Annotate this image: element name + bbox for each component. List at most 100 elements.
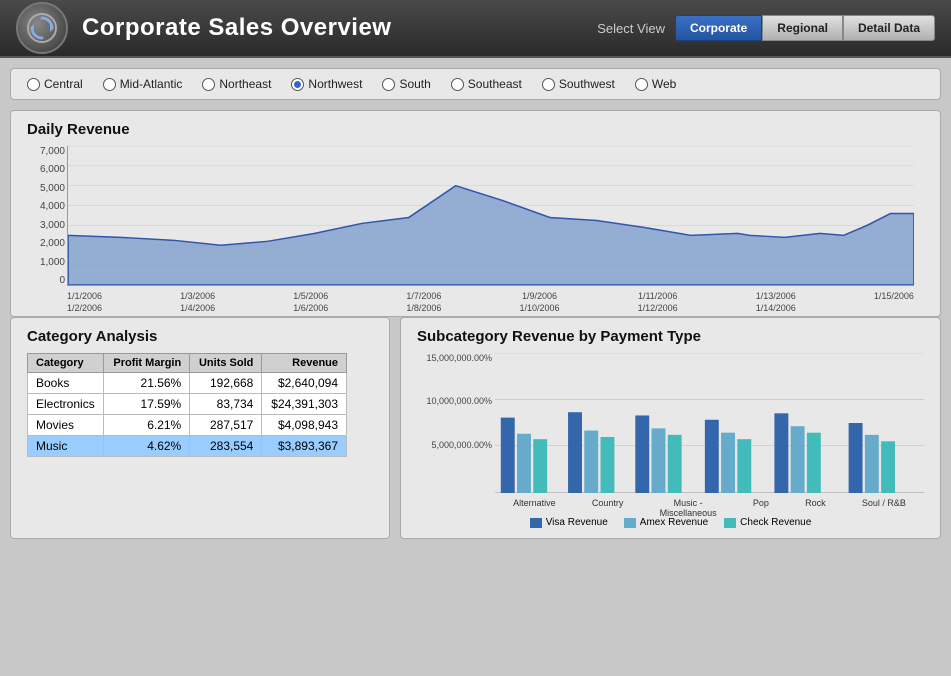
tab-web[interactable]: Web [635,77,676,91]
col-revenue: Revenue [262,354,347,373]
y-label-1000: 1,000 [27,257,65,268]
bottom-panels: Category Analysis Category Profit Margin… [10,317,941,539]
cell-revenue: $4,098,943 [262,415,347,436]
tab-south[interactable]: South [382,77,430,91]
radio-midatlantic [103,78,116,91]
cell-revenue: $24,391,303 [262,394,347,415]
view-btn-regional[interactable]: Regional [762,15,843,41]
daily-revenue-title: Daily Revenue [27,121,924,138]
cell-revenue: $2,640,094 [262,373,347,394]
cell-profit-margin: 17.59% [104,394,190,415]
x-label-pop: Pop [753,498,769,518]
subcategory-bar-chart [495,353,924,493]
radio-central [27,78,40,91]
legend-amex-color [624,518,636,528]
revenue-line-chart [67,146,914,286]
cell-profit-margin: 4.62% [104,436,190,457]
legend-visa-color [530,518,542,528]
app-header: Corporate Sales Overview Select View Cor… [0,0,951,58]
tab-southeast[interactable]: Southeast [451,77,522,91]
x-label-6: 1/11/2006 1/12/2006 [638,291,678,314]
select-view-label: Select View [597,21,665,36]
x-label-alternative: Alternative [513,498,556,518]
legend-visa: Visa Revenue [530,517,608,528]
region-tabs: Central Mid-Atlantic Northeast Northwest… [10,68,941,100]
radio-southeast [451,78,464,91]
cell-profit-margin: 6.21% [104,415,190,436]
view-buttons: Corporate Regional Detail Data [675,15,935,41]
category-analysis-title: Category Analysis [27,328,373,345]
radio-south [382,78,395,91]
cell-units-sold: 283,554 [190,436,262,457]
legend-visa-label: Visa Revenue [546,517,608,528]
tab-south-label: South [399,77,430,91]
x-label-2: 1/3/2006 1/4/2006 [180,291,215,314]
y-axis-labels: 7,000 6,000 5,000 4,000 3,000 2,000 1,00… [27,146,65,286]
tab-northeast[interactable]: Northeast [202,77,271,91]
table-row[interactable]: Movies 6.21% 287,517 $4,098,943 [28,415,347,436]
y-label-7000: 7,000 [27,146,65,157]
cell-revenue: $3,893,367 [262,436,347,457]
category-analysis-panel: Category Analysis Category Profit Margin… [10,317,390,539]
daily-revenue-chart: 7,000 6,000 5,000 4,000 3,000 2,000 1,00… [67,146,914,306]
y-label-6000: 6,000 [27,164,65,175]
radio-web [635,78,648,91]
legend-check-label: Check Revenue [740,517,811,528]
tab-southwest-label: Southwest [559,77,615,91]
tab-northwest[interactable]: Northwest [291,77,362,91]
legend-check: Check Revenue [724,517,811,528]
daily-revenue-panel: Daily Revenue 7,000 6,000 5,000 4,000 3,… [10,110,941,317]
view-btn-corporate[interactable]: Corporate [675,15,762,41]
y-label-4000: 4,000 [27,201,65,212]
cell-category: Movies [28,415,104,436]
legend-amex-label: Amex Revenue [640,517,708,528]
cell-category: Electronics [28,394,104,415]
x-label-7: 1/13/2006 1/14/2006 [756,291,796,314]
col-profit-margin: Profit Margin [104,354,190,373]
bar-y-labels: 15,000,000.00% 10,000,000.00% 5,000,000.… [417,353,492,483]
y-bar-label-5m: 5,000,000.00% [417,440,492,450]
table-row[interactable]: Books 21.56% 192,668 $2,640,094 [28,373,347,394]
cell-profit-margin: 21.56% [104,373,190,394]
x-label-8: 1/15/2006 [874,291,914,314]
cell-category: Books [28,373,104,394]
col-category: Category [28,354,104,373]
col-units-sold: Units Sold [190,354,262,373]
radio-northwest [291,78,304,91]
chart-legend: Visa Revenue Amex Revenue Check Revenue [417,517,924,528]
tab-midatlantic-label: Mid-Atlantic [120,77,183,91]
main-content: Central Mid-Atlantic Northeast Northwest… [0,58,951,676]
logo-icon [26,12,58,44]
x-label-4: 1/7/2006 1/8/2006 [406,291,441,314]
x-label-5: 1/9/2006 1/10/2006 [520,291,560,314]
x-label-rock: Rock [805,498,826,518]
radio-southwest [542,78,555,91]
x-axis-labels: 1/1/2006 1/2/2006 1/3/2006 1/4/2006 1/5/… [67,291,914,314]
tab-southeast-label: Southeast [468,77,522,91]
y-bar-label-10m: 10,000,000.00% [417,396,492,406]
view-btn-detail[interactable]: Detail Data [843,15,935,41]
subcategory-revenue-title: Subcategory Revenue by Payment Type [417,328,924,345]
tab-web-label: Web [652,77,676,91]
legend-amex: Amex Revenue [624,517,708,528]
cell-units-sold: 287,517 [190,415,262,436]
tab-central-label: Central [44,77,83,91]
y-label-2000: 2,000 [27,238,65,249]
app-logo [16,2,68,54]
bar-x-labels: Alternative Country Music -Miscellaneous… [495,498,924,518]
y-bar-label-15m: 15,000,000.00% [417,353,492,363]
tab-southwest[interactable]: Southwest [542,77,615,91]
category-table: Category Profit Margin Units Sold Revenu… [27,353,347,457]
x-label-soul: Soul / R&B [862,498,906,518]
table-row-highlighted[interactable]: Music 4.62% 283,554 $3,893,367 [28,436,347,457]
x-label-country: Country [592,498,624,518]
cell-units-sold: 192,668 [190,373,262,394]
page-title: Corporate Sales Overview [82,14,597,42]
y-label-3000: 3,000 [27,220,65,231]
x-label-1: 1/1/2006 1/2/2006 [67,291,102,314]
tab-midatlantic[interactable]: Mid-Atlantic [103,77,183,91]
tab-central[interactable]: Central [27,77,83,91]
tab-northwest-label: Northwest [308,77,362,91]
table-row[interactable]: Electronics 17.59% 83,734 $24,391,303 [28,394,347,415]
y-label-0: 0 [27,275,65,286]
